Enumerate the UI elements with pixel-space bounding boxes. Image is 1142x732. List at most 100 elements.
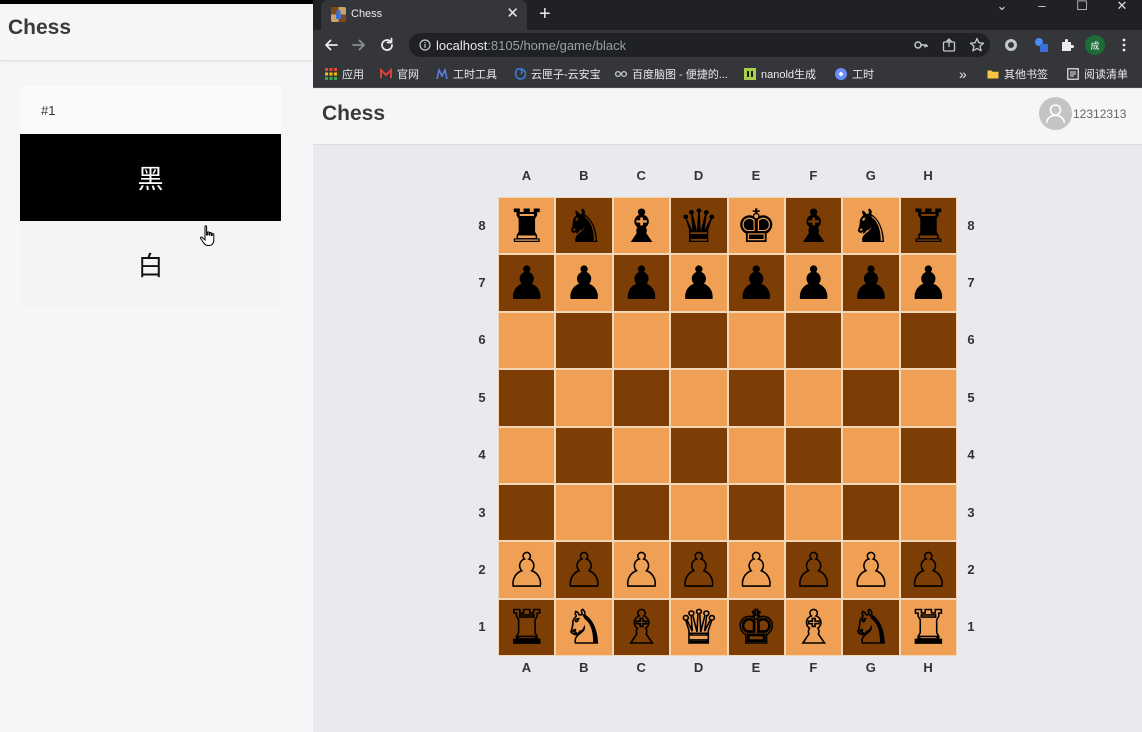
- square-d1[interactable]: ♛: [670, 598, 728, 656]
- bookmark-apps[interactable]: 应用: [325, 66, 364, 82]
- bookmark-baidu-mind[interactable]: 百度脑图 - 便捷的...: [615, 66, 728, 82]
- square-h7[interactable]: ♟: [899, 254, 957, 312]
- square-g3[interactable]: [842, 483, 900, 542]
- window-close-icon[interactable]: ✕: [1109, 0, 1135, 14]
- reading-list-button[interactable]: 阅读清单: [1067, 66, 1128, 82]
- black-pawn-icon[interactable]: ♟: [678, 260, 719, 306]
- white-knight-icon[interactable]: ♞: [850, 604, 893, 652]
- extension-circle-icon[interactable]: [1003, 37, 1019, 53]
- square-c2[interactable]: ♟: [612, 541, 671, 599]
- square-g4[interactable]: [842, 426, 900, 484]
- square-d4[interactable]: [670, 426, 728, 484]
- address-bar[interactable]: localhost:8105/home/game/black: [409, 33, 990, 57]
- square-h5[interactable]: [899, 369, 957, 427]
- white-pawn-icon[interactable]: ♟: [563, 546, 606, 594]
- square-e6[interactable]: [727, 311, 785, 370]
- key-icon[interactable]: [913, 37, 929, 53]
- other-bookmarks-folder[interactable]: 其他书签: [987, 66, 1048, 82]
- square-a6[interactable]: [498, 311, 556, 370]
- black-pawn-icon[interactable]: ♟: [506, 260, 547, 306]
- back-arrow-icon[interactable]: [320, 34, 342, 56]
- black-pawn-icon[interactable]: ♟: [736, 260, 777, 306]
- square-d7[interactable]: ♟: [670, 254, 728, 312]
- white-pawn-icon[interactable]: ♟: [505, 546, 548, 594]
- square-f1[interactable]: ♝: [784, 598, 843, 656]
- square-e5[interactable]: [727, 369, 785, 427]
- user-avatar[interactable]: [1039, 97, 1072, 130]
- new-tab-button[interactable]: +: [539, 3, 551, 25]
- square-f4[interactable]: [784, 426, 843, 484]
- square-b8[interactable]: ♞: [555, 197, 613, 255]
- square-b2[interactable]: ♟: [555, 541, 613, 599]
- square-h6[interactable]: [899, 311, 957, 370]
- square-b4[interactable]: [555, 426, 613, 484]
- square-c3[interactable]: [612, 483, 671, 542]
- square-a5[interactable]: [498, 369, 556, 427]
- maximize-icon[interactable]: ☐: [1069, 0, 1095, 14]
- black-knight-icon[interactable]: ♞: [563, 203, 604, 249]
- square-c5[interactable]: [612, 369, 671, 427]
- minimize-icon[interactable]: –: [1029, 0, 1055, 14]
- bookmark-star-icon[interactable]: [969, 37, 985, 53]
- square-b6[interactable]: [555, 311, 613, 370]
- bookmarks-overflow-button[interactable]: »: [959, 66, 967, 82]
- forward-arrow-icon[interactable]: [348, 34, 370, 56]
- square-e3[interactable]: [727, 483, 785, 542]
- black-pawn-icon[interactable]: ♟: [621, 260, 662, 306]
- square-g1[interactable]: ♞: [842, 598, 900, 656]
- square-d8[interactable]: ♛: [670, 197, 728, 255]
- square-a3[interactable]: [498, 483, 556, 542]
- white-rook-icon[interactable]: ♜: [907, 604, 950, 652]
- square-e2[interactable]: ♟: [727, 541, 785, 599]
- extensions-puzzle-icon[interactable]: [1059, 37, 1075, 53]
- square-c7[interactable]: ♟: [612, 254, 671, 312]
- square-b7[interactable]: ♟: [555, 254, 613, 312]
- menu-kebab-icon[interactable]: [1116, 37, 1132, 53]
- tab-close-icon[interactable]: ✕: [506, 5, 519, 23]
- white-king-icon[interactable]: ♚: [735, 604, 778, 652]
- white-pawn-icon[interactable]: ♟: [735, 546, 778, 594]
- choose-white-button[interactable]: 白: [20, 221, 281, 308]
- black-rook-icon[interactable]: ♜: [506, 203, 547, 249]
- square-g2[interactable]: ♟: [842, 541, 900, 599]
- square-g8[interactable]: ♞: [842, 197, 900, 255]
- square-e8[interactable]: ♚: [727, 197, 785, 255]
- site-info-icon[interactable]: [419, 39, 431, 51]
- square-f2[interactable]: ♟: [784, 541, 843, 599]
- bookmark-nanoid[interactable]: nanold生成: [744, 66, 816, 82]
- square-e1[interactable]: ♚: [727, 598, 785, 656]
- square-f7[interactable]: ♟: [784, 254, 843, 312]
- square-c4[interactable]: [612, 426, 671, 484]
- square-e7[interactable]: ♟: [727, 254, 785, 312]
- square-e4[interactable]: [727, 426, 785, 484]
- square-h8[interactable]: ♜: [899, 197, 957, 255]
- black-pawn-icon[interactable]: ♟: [908, 260, 949, 306]
- black-rook-icon[interactable]: ♜: [908, 203, 949, 249]
- square-c8[interactable]: ♝: [612, 197, 671, 255]
- white-pawn-icon[interactable]: ♟: [677, 546, 720, 594]
- profile-avatar[interactable]: 成: [1085, 35, 1105, 55]
- bookmark-worktime-tool[interactable]: 工时工具: [436, 66, 497, 82]
- square-d5[interactable]: [670, 369, 728, 427]
- square-f6[interactable]: [784, 311, 843, 370]
- square-d6[interactable]: [670, 311, 728, 370]
- square-a7[interactable]: ♟: [498, 254, 556, 312]
- square-d2[interactable]: ♟: [670, 541, 728, 599]
- square-a1[interactable]: ♜: [498, 598, 556, 656]
- square-a4[interactable]: [498, 426, 556, 484]
- bookmark-yunxiazi[interactable]: 云匣子-云安宝: [514, 66, 601, 82]
- black-queen-icon[interactable]: ♛: [678, 203, 719, 249]
- square-f3[interactable]: [784, 483, 843, 542]
- square-b1[interactable]: ♞: [555, 598, 613, 656]
- white-bishop-icon[interactable]: ♝: [620, 604, 663, 652]
- black-bishop-icon[interactable]: ♝: [793, 203, 834, 249]
- white-pawn-icon[interactable]: ♟: [620, 546, 663, 594]
- white-rook-icon[interactable]: ♜: [505, 604, 548, 652]
- square-a8[interactable]: ♜: [498, 197, 556, 255]
- square-g5[interactable]: [842, 369, 900, 427]
- square-b3[interactable]: [555, 483, 613, 542]
- bookmark-official-site[interactable]: 官网: [380, 66, 419, 82]
- reload-icon[interactable]: [376, 34, 398, 56]
- square-c6[interactable]: [612, 311, 671, 370]
- white-pawn-icon[interactable]: ♟: [792, 546, 835, 594]
